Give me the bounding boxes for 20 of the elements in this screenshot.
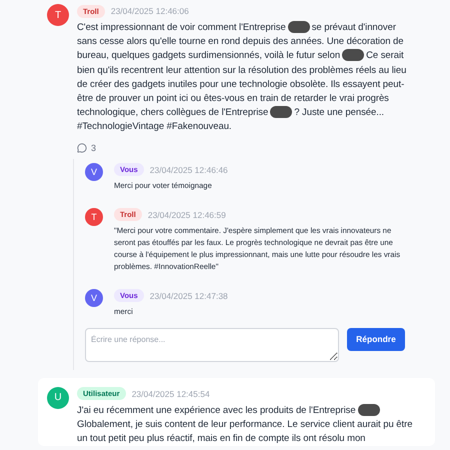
comment-icon xyxy=(77,142,87,153)
avatar: V xyxy=(85,288,103,307)
timestamp: 23/04/2025 12:45:54 xyxy=(132,388,210,399)
avatar: V xyxy=(85,162,103,181)
redaction-mark xyxy=(288,21,310,33)
reply-button[interactable]: Répondre xyxy=(347,328,405,351)
timestamp: 23/04/2025 12:46:06 xyxy=(110,6,189,16)
comment-text: C'est impressionnant de voir comment l'Entreprise se prévaut d'innover sans cesse alors qu'elle tourne en rond depuis des années. Une décoration de bureau, quelques gadgets surdimensionnés, voilà le futur selon Ce serait bien qu'ils recentrent leur attention sur la résolution des problèmes réels au lieu de créer des gadgets inutiles pour une technologie obsolète. Ils essayent peut-être de prouver un point ici ou êtes-vous en train de retarder le vrai progrès technologique, chers collègues de l'Entreprise ? Juste une pensée... #TechnologieVintage #Fakenouveau. xyxy=(77,21,408,134)
avatar: T xyxy=(85,208,103,226)
timestamp: 23/04/2025 12:47:38 xyxy=(150,290,228,301)
timestamp: 23/04/2025 12:46:46 xyxy=(150,164,228,175)
reply-field[interactable]: Écrire une réponse... xyxy=(85,328,339,362)
reply-count: 3 xyxy=(91,142,96,153)
comment-text: J'ai eu récemment une expérience avec les produits de l'Entreprise Globalement, je suis content de leur performance. Le service client aurait pu être un tout petit peu plus réactif, mais en fin de compte ils ont résolu mon xyxy=(77,404,414,446)
avatar: T xyxy=(47,4,69,26)
avatar: U xyxy=(47,386,69,409)
redaction-mark xyxy=(358,404,380,416)
redaction-mark xyxy=(270,106,292,118)
timestamp: 23/04/2025 12:46:59 xyxy=(148,210,226,220)
redaction-mark xyxy=(342,49,364,62)
